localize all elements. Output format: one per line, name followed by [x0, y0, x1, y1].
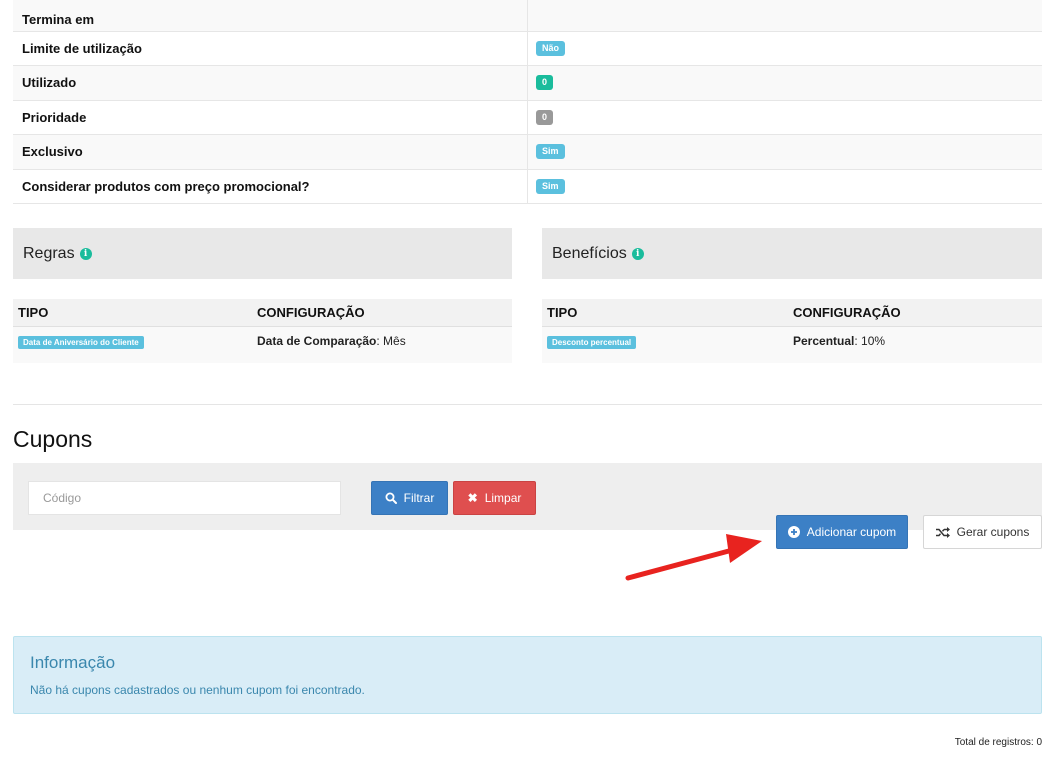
benefit-type-badge: Desconto percentual	[547, 336, 637, 349]
details-row-priority: Prioridade 0	[13, 100, 1042, 135]
rules-panel-header: Regras i	[13, 228, 512, 279]
info-alert: Informação Não há cupons cadastrados ou …	[13, 636, 1042, 714]
count-badge: 0	[536, 75, 554, 91]
benefits-panel-header: Benefícios i	[542, 228, 1042, 279]
details-row-used: Utilizado 0	[13, 66, 1042, 101]
filter-button-label: Filtrar	[403, 491, 435, 505]
column-header-config: CONFIGURAÇÃO	[793, 305, 901, 320]
section-title: Cupons	[13, 426, 93, 452]
config-value: : Mês	[376, 334, 406, 348]
info-icon[interactable]: i	[631, 247, 644, 260]
column-header-type: TIPO	[18, 305, 49, 320]
status-badge: Sim	[536, 144, 565, 160]
config-key: Percentual	[793, 334, 855, 348]
code-search-input[interactable]	[28, 481, 341, 515]
divider	[13, 404, 1042, 405]
details-label: Exclusivo	[13, 135, 528, 169]
details-label: Utilizado	[13, 66, 528, 100]
benefits-table: TIPO CONFIGURAÇÃO Desconto percentual Pe…	[542, 299, 1042, 363]
count-badge: 0	[536, 109, 554, 125]
alert-title: Informação	[30, 653, 116, 672]
annotation-arrow-icon	[625, 534, 762, 581]
table-header: TIPO CONFIGURAÇÃO	[542, 299, 1042, 327]
config-value: : 10%	[854, 334, 886, 348]
details-row-usage-limit: Limite de utilização Não	[13, 31, 1042, 66]
table-header: TIPO CONFIGURAÇÃO	[13, 299, 512, 327]
alert-message: Não há cupons cadastrados ou nenhum cupo…	[30, 683, 365, 697]
add-coupon-button[interactable]: Adicionar cupom	[776, 515, 908, 549]
status-badge: Sim	[536, 178, 565, 194]
coupon-details-table: Termina em Limite de utilização Não Util…	[13, 0, 1042, 204]
filter-button[interactable]: Filtrar	[371, 481, 448, 515]
details-label: Limite de utilização	[13, 31, 528, 65]
column-header-config: CONFIGURAÇÃO	[257, 305, 365, 320]
details-row-promo-products: Considerar produtos com preço promociona…	[13, 169, 1042, 204]
details-label: Considerar produtos com preço promociona…	[13, 169, 528, 203]
plus-circle-icon	[787, 526, 800, 538]
shuffle-icon	[935, 526, 950, 538]
status-badge: Não	[536, 40, 566, 56]
generate-coupons-button[interactable]: Gerar cupons	[923, 515, 1042, 549]
panel-title: Benefícios	[552, 244, 627, 262]
search-icon	[385, 492, 397, 504]
table-row: Data de Aniversário do Cliente Data de C…	[13, 327, 512, 363]
table-row: Desconto percentual Percentual: 10%	[542, 327, 1042, 363]
details-label: Termina em	[13, 0, 528, 31]
clear-button[interactable]: ✖ Limpar	[453, 481, 536, 515]
details-row-exclusive: Exclusivo Sim	[13, 135, 1042, 170]
close-icon: ✖	[467, 491, 478, 505]
rule-type-badge: Data de Aniversário do Cliente	[18, 336, 144, 349]
details-label: Prioridade	[13, 100, 528, 134]
total-records: Total de registros: 0	[954, 737, 1042, 748]
config-key: Data de Comparação	[257, 334, 377, 348]
column-header-type: TIPO	[547, 305, 578, 320]
details-row-ends: Termina em	[13, 0, 1042, 32]
info-icon[interactable]: i	[79, 247, 92, 260]
benefits-panel: Benefícios i TIPO CONFIGURAÇÃO Desconto …	[542, 228, 1042, 363]
clear-button-label: Limpar	[484, 491, 522, 505]
panel-title: Regras	[23, 244, 75, 262]
rules-table: TIPO CONFIGURAÇÃO Data de Aniversário do…	[13, 299, 512, 363]
generate-coupons-label: Gerar cupons	[956, 525, 1030, 539]
add-coupon-label: Adicionar cupom	[806, 525, 897, 539]
rules-panel: Regras i TIPO CONFIGURAÇÃO Data de Anive…	[13, 228, 512, 363]
